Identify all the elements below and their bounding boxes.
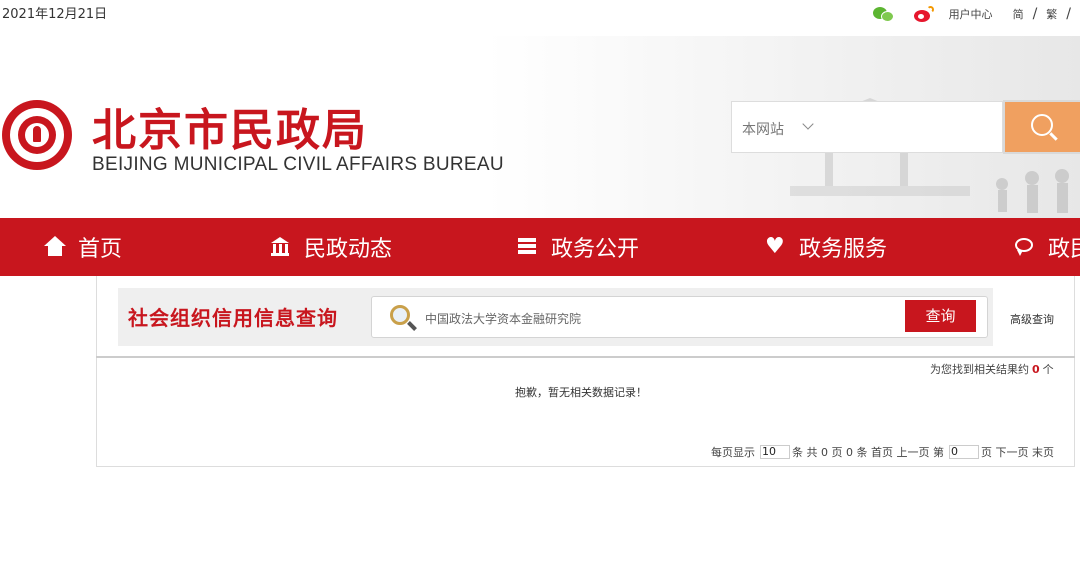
nav-item-home[interactable]: 首页	[44, 218, 122, 276]
org-search-value[interactable]: 中国政法大学资本金融研究院	[425, 310, 581, 327]
site-search-button[interactable]	[1003, 100, 1080, 154]
per-page-label: 每页显示	[711, 446, 755, 459]
divider	[96, 356, 1075, 358]
nav-item-label: 政民	[1048, 237, 1080, 262]
list-icon	[517, 236, 539, 258]
weibo-icon[interactable]	[913, 6, 935, 22]
traditional-link[interactable]: 繁	[1046, 6, 1057, 22]
pager-summary[interactable]: 条 共 0 页 0 条 首页 上一页 第	[792, 444, 944, 460]
nav-item-disclosure[interactable]: 政务公开	[517, 218, 639, 276]
site-title: 北京市民政局	[92, 105, 368, 156]
nav-item-interaction[interactable]: 政民	[1014, 218, 1080, 276]
nav-item-news[interactable]: 民政动态	[270, 218, 392, 276]
chevron-down-icon[interactable]	[802, 118, 814, 130]
advanced-query-link[interactable]: 高级查询	[1010, 311, 1054, 327]
result-count-value: 0	[1032, 363, 1040, 376]
top-links: 用户中心 简 / 繁 /	[872, 5, 1080, 23]
query-button[interactable]: 查询	[905, 300, 976, 332]
separator: /	[1066, 6, 1071, 22]
site-title-english: BEIJING MUNICIPAL CIVIL AFFAIRS BUREAU	[92, 154, 504, 175]
simplified-link[interactable]: 简	[1013, 6, 1024, 22]
page-number-input[interactable]: 0	[948, 445, 979, 459]
per-page-input[interactable]: 10	[760, 445, 790, 459]
org-search-input[interactable]: 中国政法大学资本金融研究院	[371, 296, 988, 338]
top-bar: 2021年12月21日 用户中心 简 / 繁 /	[0, 0, 1080, 28]
separator: /	[1032, 6, 1038, 22]
nav-item-services[interactable]: ♥ 政务服务	[765, 218, 887, 276]
main-nav: 首页 民政动态 政务公开 ♥ 政务服务 政民	[0, 218, 1080, 276]
user-center-link[interactable]: 用户中心	[949, 6, 993, 22]
site-header: 北京市民政局 BEIJING MUNICIPAL CIVIL AFFAIRS B…	[0, 36, 1080, 218]
chat-icon	[1014, 236, 1036, 258]
site-search-input[interactable]: 本网站	[731, 101, 1003, 153]
home-icon	[44, 236, 66, 258]
result-count: 为您找到相关结果约 0 个	[930, 361, 1054, 377]
result-count-suffix: 个	[1042, 363, 1054, 376]
nav-item-label: 民政动态	[304, 237, 393, 262]
heart-icon: ♥	[765, 234, 785, 259]
bureau-logo	[2, 100, 72, 170]
pagination: 每页显示 10 条 共 0 页 0 条 首页 上一页 第 0 页 下一页 末页	[711, 444, 1057, 460]
building-icon	[270, 236, 292, 258]
nav-item-label: 政务服务	[799, 237, 888, 262]
wechat-icon[interactable]	[872, 6, 895, 22]
result-count-prefix: 为您找到相关结果约	[930, 363, 1029, 376]
search-scope-select[interactable]: 本网站	[742, 119, 784, 139]
nav-item-label: 政务公开	[551, 237, 640, 262]
current-date: 2021年12月21日	[2, 7, 108, 22]
pager-tail[interactable]: 页 下一页 末页	[981, 444, 1054, 460]
query-title: 社会组织信用信息查询	[128, 306, 338, 330]
empty-message: 抱歉，暂无相关数据记录！	[515, 386, 647, 399]
nav-item-label: 首页	[78, 237, 123, 262]
